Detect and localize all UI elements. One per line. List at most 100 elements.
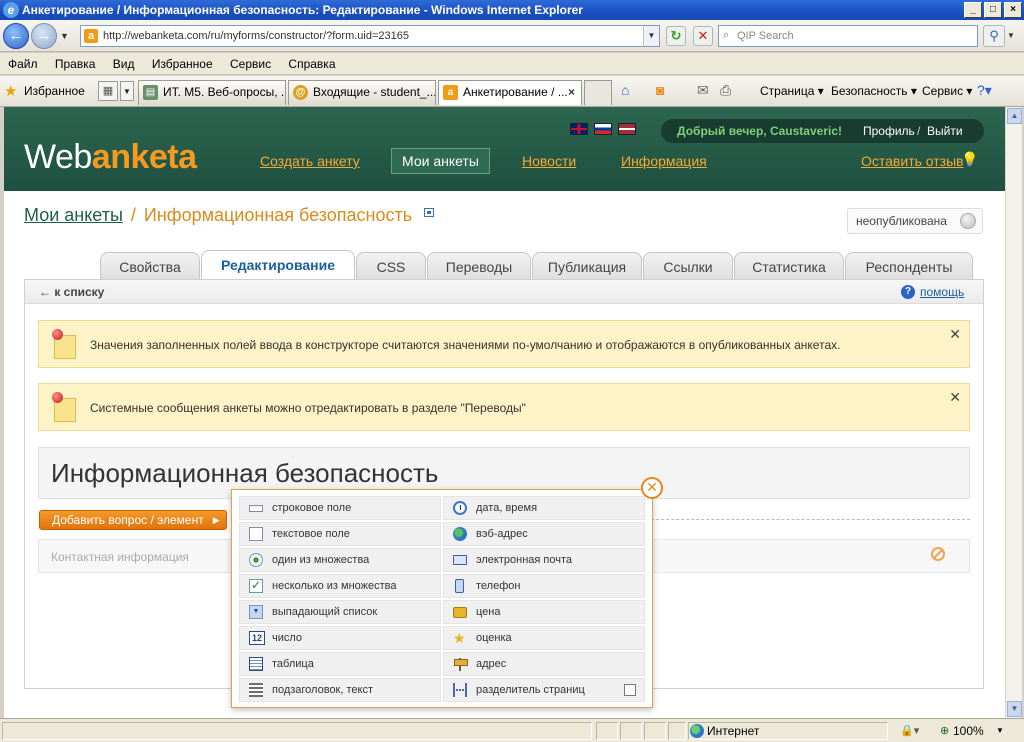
address-bar[interactable]: a http://webanketa.com/ru/myforms/constr… (80, 25, 660, 47)
window-title: Анкетирование / Информационная безопасно… (22, 3, 583, 17)
open-preview-icon[interactable] (424, 208, 434, 217)
webanketa-logo[interactable]: Webanketa (24, 137, 197, 177)
nav-create-form[interactable]: Создать анкету (260, 153, 360, 169)
refresh-button[interactable]: ↻ (666, 26, 686, 46)
menu-item-email[interactable]: электронная почта (443, 548, 645, 572)
close-note-icon[interactable]: ✕ (949, 326, 961, 343)
favorites-star-icon[interactable]: ★ (4, 82, 17, 100)
read-mail-icon[interactable]: ✉ (697, 82, 709, 99)
help-link[interactable]: помощь (920, 285, 964, 299)
tab-statistics[interactable]: Статистика (734, 252, 844, 280)
logo-web-text: Web (24, 138, 92, 176)
tab-links[interactable]: Ссылки (643, 252, 733, 280)
browser-tab-2[interactable]: @ Входящие - student_... (288, 80, 436, 105)
security-menu[interactable]: Безопасность ▾ (831, 84, 917, 98)
vertical-scrollbar[interactable]: ▲ ▼ (1005, 107, 1022, 718)
menu-tools[interactable]: Сервис (224, 53, 277, 75)
disabled-icon[interactable] (931, 547, 945, 561)
menu-item-price[interactable]: цена (443, 600, 645, 624)
favorites-button[interactable]: Избранное (24, 84, 85, 98)
search-input[interactable]: ⌕ QIP Search (718, 25, 978, 47)
menu-favorites[interactable]: Избранное (146, 53, 219, 75)
quick-tabs-button[interactable]: ▦ (98, 81, 118, 101)
logout-link[interactable]: Выйти (927, 119, 963, 143)
feedback-link[interactable]: Оставить отзыв (861, 153, 964, 169)
menu-item-phone[interactable]: телефон (443, 574, 645, 598)
page-menu-label: Страница (760, 84, 815, 98)
add-element-button[interactable]: Добавить вопрос / элемент ▶ (39, 510, 227, 530)
tab-list-dropdown[interactable]: ▼ (120, 81, 134, 101)
browser-tab-3-active[interactable]: a Анкетирование / ... × (438, 80, 582, 105)
close-tab-icon[interactable]: × (568, 81, 575, 104)
nav-my-forms[interactable]: Мои анкеты (391, 148, 490, 174)
close-menu-icon[interactable]: ✕ (641, 477, 663, 499)
home-icon[interactable]: ⌂ (621, 82, 629, 98)
back-button[interactable]: ← (3, 23, 29, 49)
print-icon[interactable]: ⎙ (720, 82, 731, 99)
browser-tab-1[interactable]: ▤ ИТ. М5. Веб-опросы, ... (138, 80, 286, 105)
help-icon[interactable]: ? (901, 285, 915, 299)
menu-view[interactable]: Вид (107, 53, 141, 75)
zoom-dropdown-icon[interactable]: ▼ (996, 726, 1004, 735)
stop-button[interactable]: ✕ (693, 26, 713, 46)
breadcrumb-current: Информационная безопасность (143, 205, 413, 225)
menu-file[interactable]: Файл (2, 53, 44, 75)
menu-item-dropdown[interactable]: ▼ выпадающий список (239, 600, 441, 624)
menu-item-datetime[interactable]: дата, время (443, 496, 645, 520)
text-line-icon (249, 505, 263, 512)
flag-ru-icon[interactable] (594, 123, 612, 135)
menu-item-textarea[interactable]: текстовое поле (239, 522, 441, 546)
menu-item-text-line[interactable]: строковое поле (239, 496, 441, 520)
page-menu[interactable]: Страница ▾ (760, 84, 824, 98)
search-options-dropdown[interactable]: ▼ (1007, 31, 1015, 40)
menu-item-heading[interactable]: подзаголовок, текст (239, 678, 441, 702)
tools-menu[interactable]: Сервис ▾ (922, 84, 972, 98)
page-break-checkbox[interactable] (624, 684, 636, 696)
nav-news[interactable]: Новости (522, 153, 576, 169)
tab-translations[interactable]: Переводы (427, 252, 531, 280)
protected-mode-icon[interactable]: 🔒▾ (900, 724, 919, 737)
price-icon (453, 607, 467, 618)
menu-item-number[interactable]: 12 число (239, 626, 441, 650)
history-dropdown[interactable]: ▼ (60, 31, 69, 41)
new-tab-button[interactable] (584, 80, 612, 105)
tools-menu-label: Сервис (922, 84, 964, 98)
scroll-down-icon[interactable]: ▼ (1007, 701, 1022, 717)
back-to-list-link[interactable]: ← к списку (39, 285, 104, 299)
address-dropdown[interactable]: ▼ (643, 26, 659, 46)
nav-info[interactable]: Информация (621, 153, 707, 169)
menu-item-table[interactable]: таблица (239, 652, 441, 676)
zoom-level[interactable]: 100% (953, 724, 984, 738)
menu-edit[interactable]: Правка (49, 53, 102, 75)
flag-lv-icon[interactable] (618, 123, 636, 135)
scroll-up-icon[interactable]: ▲ (1007, 108, 1022, 124)
help-menu-icon[interactable]: ?▾ (977, 82, 992, 99)
menu-item-page-break[interactable]: разделитель страниц (443, 678, 645, 702)
publish-status-text: неопубликована (856, 214, 947, 228)
menu-item-rating[interactable]: ★ оценка (443, 626, 645, 650)
search-button[interactable]: ⚲ (983, 25, 1005, 47)
address-url[interactable]: http://webanketa.com/ru/myforms/construc… (103, 30, 409, 42)
close-window-button[interactable]: × (1004, 2, 1022, 18)
tab-editing[interactable]: Редактирование (201, 250, 355, 281)
forward-button[interactable]: → (31, 23, 57, 49)
menu-item-checkbox[interactable]: ✓ несколько из множества (239, 574, 441, 598)
close-note-icon[interactable]: ✕ (949, 389, 961, 406)
tab-css[interactable]: CSS (356, 252, 426, 280)
form-title: Информационная безопасность (51, 458, 439, 488)
tab-respondents[interactable]: Респонденты (845, 252, 973, 280)
breadcrumb-my-forms[interactable]: Мои анкеты (24, 205, 123, 225)
profile-link[interactable]: Профиль (863, 119, 915, 143)
maximize-button[interactable]: □ (984, 2, 1002, 18)
menu-item-web-address[interactable]: вэб-адрес (443, 522, 645, 546)
menu-item-address[interactable]: адрес (443, 652, 645, 676)
menu-item-radio[interactable]: один из множества (239, 548, 441, 572)
flag-en-icon[interactable] (570, 123, 588, 135)
tab-publication[interactable]: Публикация (532, 252, 642, 280)
minimize-button[interactable]: _ (964, 2, 982, 18)
security-menu-label: Безопасность (831, 84, 908, 98)
zoom-icon[interactable]: ⊕ (940, 724, 949, 737)
menu-help[interactable]: Справка (282, 53, 341, 75)
tab-properties[interactable]: Свойства (100, 252, 200, 280)
rss-feed-icon[interactable]: ◙ (656, 82, 664, 98)
